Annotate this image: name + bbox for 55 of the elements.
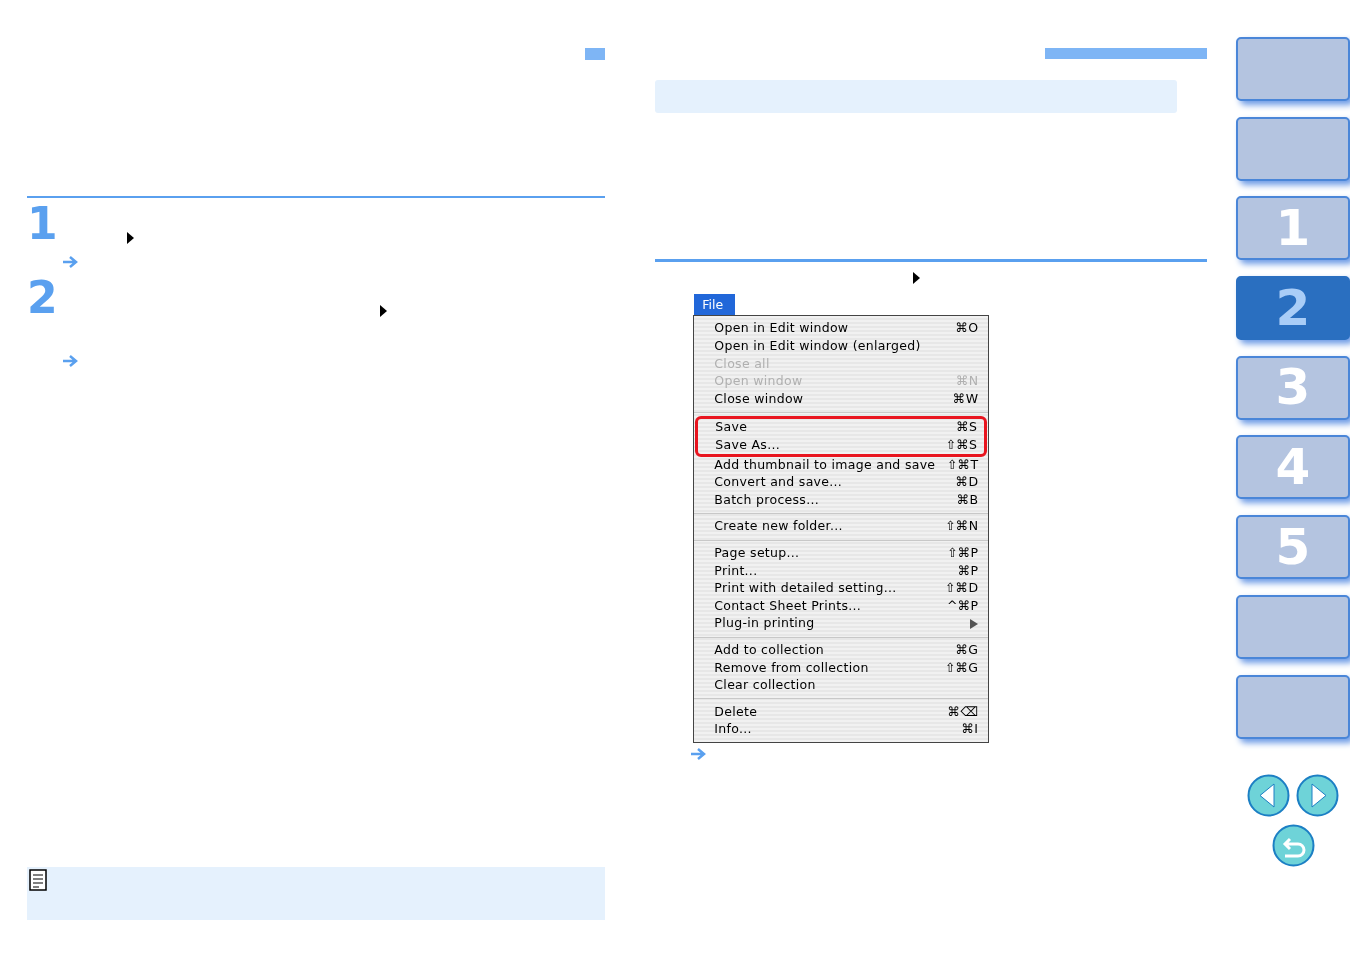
menu-item[interactable]: Add to collection ⌘G: [694, 641, 989, 660]
return-icon[interactable]: [1271, 824, 1315, 868]
shortcut-label: ⌘D: [955, 473, 979, 492]
shortcut-label: ⇧⌘S: [945, 436, 978, 454]
arrow-icon: [691, 748, 708, 761]
arrow-icon: [63, 256, 79, 268]
shortcut-label: ^⌘P: [946, 596, 979, 615]
previous-page-icon[interactable]: [1247, 774, 1290, 818]
shortcut-label: ⌘N: [955, 372, 979, 391]
shortcut-label: ⇧⌘G: [944, 658, 979, 677]
next-page-icon[interactable]: [1296, 774, 1339, 818]
section-marker: [585, 48, 606, 60]
menu-item[interactable]: Convert and save... ⌘D: [694, 473, 989, 492]
triangle-icon: [127, 232, 134, 244]
menu-item[interactable]: Print with detailed setting... ⇧⌘D: [694, 579, 989, 598]
menu-item[interactable]: Info... ⌘I: [694, 720, 989, 739]
shortcut-label: ⌘B: [956, 490, 979, 509]
menu-item[interactable]: Close window ⌘W: [694, 390, 989, 408]
menu-item[interactable]: Save ⌘S: [695, 418, 988, 437]
menu-item[interactable]: Plug-in printing: [694, 614, 989, 633]
submenu-arrow-icon: [970, 618, 979, 629]
shortcut-label: ⇧⌘D: [944, 579, 979, 598]
shortcut-label: ⌘O: [955, 319, 979, 338]
chapter-tab[interactable]: [1236, 37, 1350, 101]
step-number: 1: [27, 202, 59, 246]
menu-item[interactable]: Page setup... ⇧⌘P: [694, 544, 989, 563]
menu-item[interactable]: Contact Sheet Prints... ^⌘P: [694, 597, 989, 615]
menu-item[interactable]: Save As... ⇧⌘S: [695, 436, 988, 455]
shortcut-label: ⌘S: [956, 418, 978, 437]
note-icon: [29, 869, 47, 893]
shortcut-label: ⇧⌘N: [945, 517, 979, 536]
shortcut-label: ⌘⌫: [947, 702, 979, 721]
chapter-tab[interactable]: [1236, 116, 1350, 181]
menu-item[interactable]: Create new folder... ⇧⌘N: [694, 517, 989, 536]
shortcut-label: ⇧⌘T: [946, 455, 979, 474]
chapter-tab[interactable]: [1236, 594, 1350, 659]
menu-item[interactable]: Print... ⌘P: [694, 562, 989, 580]
menu-item[interactable]: Open in Edit window (enlarged): [694, 337, 989, 356]
menu-item[interactable]: Remove from collection ⇧⌘G: [694, 659, 989, 677]
arrow-icon: [63, 355, 79, 367]
shortcut-label: ⌘P: [957, 561, 979, 580]
menu-item[interactable]: Open in Edit window ⌘O: [694, 320, 989, 338]
shortcut-label: ⇧⌘P: [946, 543, 979, 562]
shortcut-label: ⌘W: [952, 389, 979, 408]
triangle-icon: [380, 305, 387, 317]
menu-item[interactable]: Add thumbnail to image and save ⇧⌘T: [694, 456, 989, 474]
shortcut-label: ⌘I: [961, 720, 979, 739]
chapter-tab[interactable]: [1236, 674, 1350, 739]
menu-item[interactable]: Clear collection: [694, 676, 989, 695]
menu-title[interactable]: File: [694, 294, 736, 315]
menu-item[interactable]: Batch process... ⌘B: [694, 491, 989, 509]
step-number: 2: [27, 276, 59, 320]
menu-item[interactable]: Delete ⌘⌫: [694, 703, 989, 721]
triangle-icon: [913, 272, 921, 284]
shortcut-label: ⌘G: [955, 640, 979, 659]
